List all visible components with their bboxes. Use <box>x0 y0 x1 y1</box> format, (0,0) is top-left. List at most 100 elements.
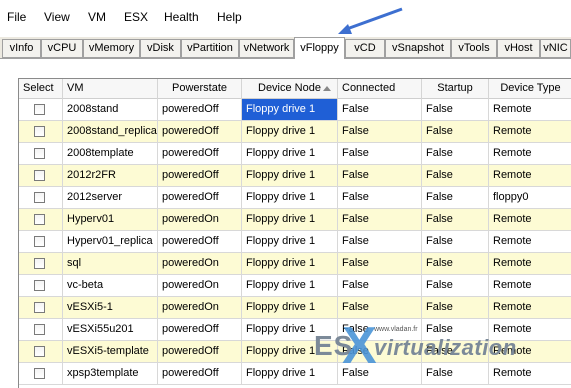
row-select-checkbox[interactable] <box>34 104 45 115</box>
tab-vmemory[interactable]: vMemory <box>83 39 140 58</box>
col-header-connected[interactable]: Connected <box>338 79 422 99</box>
col-header-device-node[interactable]: Device Node <box>242 79 338 99</box>
table-row[interactable]: 2008stand poweredOff Floppy drive 1 False Fa… <box>19 99 571 121</box>
row-select-checkbox[interactable] <box>34 236 45 247</box>
vfloppy-grid: Select VM Powerstate Device Node Connect… <box>18 78 571 388</box>
cell-device-type: floppy0 <box>493 191 529 203</box>
cell-startup: False <box>422 209 489 230</box>
col-header-powerstate[interactable]: Powerstate <box>158 79 242 99</box>
table-row[interactable]: 2012server poweredOff Floppy drive 1 False F… <box>19 187 571 209</box>
table-row[interactable]: vESXi55u201 poweredOff Floppy drive 1 False… <box>19 319 571 341</box>
cell-device-type: Remote <box>493 213 532 225</box>
cell-startup: False <box>422 297 489 318</box>
table-row[interactable]: Hyperv01 poweredOn Floppy drive 1 False Fals… <box>19 209 571 231</box>
tab-vhost[interactable]: vHost <box>497 39 540 58</box>
cell-device-type: Remote <box>493 279 532 291</box>
row-select-checkbox[interactable] <box>34 302 45 313</box>
menu-health[interactable]: Health <box>164 10 199 24</box>
tab-vcpu[interactable]: vCPU <box>41 39 83 58</box>
tab-vinfo[interactable]: vInfo <box>2 39 41 58</box>
table-row[interactable]: sql poweredOn Floppy drive 1 False False Remo… <box>19 253 571 275</box>
cell-connected: False <box>338 253 422 274</box>
cell-connected: False <box>338 165 422 186</box>
cell-powerstate: poweredOn <box>158 253 242 274</box>
table-row[interactable]: xpsp3template poweredOff Floppy drive 1 Fal… <box>19 363 571 385</box>
table-row[interactable]: 2008stand_replica poweredOff Floppy drive … <box>19 121 571 143</box>
cell-device-node: Floppy drive 1 <box>242 165 338 186</box>
cell-powerstate: poweredOff <box>158 319 242 340</box>
cell-connected: False <box>338 341 422 362</box>
row-select-checkbox[interactable] <box>34 126 45 137</box>
menu-help[interactable]: Help <box>217 10 242 24</box>
cell-select <box>19 143 63 164</box>
cell-device-node: Floppy drive 1 <box>242 319 338 340</box>
row-select-checkbox[interactable] <box>34 324 45 335</box>
row-select-checkbox[interactable] <box>34 258 45 269</box>
cell-connected: False <box>338 187 422 208</box>
menu-esx[interactable]: ESX <box>124 10 148 24</box>
cell-device-node: Floppy drive 1 <box>242 209 338 230</box>
menu-file[interactable]: File <box>7 10 26 24</box>
table-row[interactable]: Hyperv01_replica poweredOff Floppy drive 1… <box>19 231 571 253</box>
cell-connected: False <box>338 319 422 340</box>
row-select-checkbox[interactable] <box>34 346 45 357</box>
col-header-device-node-label: Device Node <box>258 82 321 94</box>
cell-startup: False <box>422 253 489 274</box>
cell-device-type: Remote <box>493 323 532 335</box>
tab-vfloppy[interactable]: vFloppy <box>294 37 345 59</box>
cell-vm: 2008template <box>63 143 158 164</box>
cell-select <box>19 187 63 208</box>
cell-startup: False <box>422 165 489 186</box>
row-select-checkbox[interactable] <box>34 214 45 225</box>
table-row[interactable]: vc-beta poweredOn Floppy drive 1 False False… <box>19 275 571 297</box>
menu-vm[interactable]: VM <box>88 10 106 24</box>
cell-connected: False <box>338 99 422 120</box>
cell-startup: False <box>422 341 489 362</box>
cell-powerstate: poweredOff <box>158 165 242 186</box>
cell-device-type: Remote <box>493 103 532 115</box>
table-row[interactable]: 2012r2FR poweredOff Floppy drive 1 False Fal… <box>19 165 571 187</box>
row-select-checkbox[interactable] <box>34 280 45 291</box>
row-select-checkbox[interactable] <box>34 192 45 203</box>
table-row[interactable]: 2008template poweredOff Floppy drive 1 Fals… <box>19 143 571 165</box>
cell-select <box>19 363 63 384</box>
cell-vm: 2008stand <box>63 99 158 120</box>
cell-device-node: Floppy drive 1 <box>242 363 338 384</box>
cell-device-type: Remote <box>493 345 532 357</box>
table-row[interactable]: vESXi5-1 poweredOn Floppy drive 1 False Fals… <box>19 297 571 319</box>
menu-view[interactable]: View <box>44 10 70 24</box>
tab-vtools[interactable]: vTools <box>451 39 497 58</box>
cell-connected: False <box>338 121 422 142</box>
cell-connected: False <box>338 363 422 384</box>
grid-header: Select VM Powerstate Device Node Connect… <box>19 79 571 99</box>
cell-startup: False <box>422 143 489 164</box>
cell-vm: vESXi55u201 <box>63 319 158 340</box>
cell-connected: False <box>338 231 422 252</box>
cell-powerstate: poweredOn <box>158 209 242 230</box>
tab-bar: vInfo vCPU vMemory vDisk vPartition vNet… <box>0 37 571 59</box>
cell-vm: 2008stand_replica <box>63 121 158 142</box>
row-select-checkbox[interactable] <box>34 148 45 159</box>
row-select-checkbox[interactable] <box>34 368 45 379</box>
tab-vsnapshot[interactable]: vSnapshot <box>385 39 451 58</box>
cell-startup: False <box>422 99 489 120</box>
table-row[interactable]: vESXi5-template poweredOff Floppy drive 1F… <box>19 341 571 363</box>
col-header-device-type[interactable]: Device Type <box>489 79 571 99</box>
menu-bar: File View VM ESX Health Help <box>0 0 571 35</box>
tab-vnic[interactable]: vNIC <box>540 39 571 58</box>
cell-device-type: Remote <box>493 125 532 137</box>
row-select-checkbox[interactable] <box>34 170 45 181</box>
tab-vpartition[interactable]: vPartition <box>181 39 239 58</box>
cell-select <box>19 99 63 120</box>
cell-startup: False <box>422 187 489 208</box>
col-header-startup[interactable]: Startup <box>422 79 489 99</box>
tab-vcd[interactable]: vCD <box>345 39 385 58</box>
tab-vnetwork[interactable]: vNetwork <box>239 39 294 58</box>
sort-ascending-icon <box>323 86 331 91</box>
cell-startup: False <box>422 363 489 384</box>
tab-vdisk[interactable]: vDisk <box>140 39 181 58</box>
col-header-vm[interactable]: VM <box>63 79 158 99</box>
col-header-select[interactable]: Select <box>19 79 63 99</box>
cell-device-type: Remote <box>493 367 532 379</box>
cell-select <box>19 319 63 340</box>
